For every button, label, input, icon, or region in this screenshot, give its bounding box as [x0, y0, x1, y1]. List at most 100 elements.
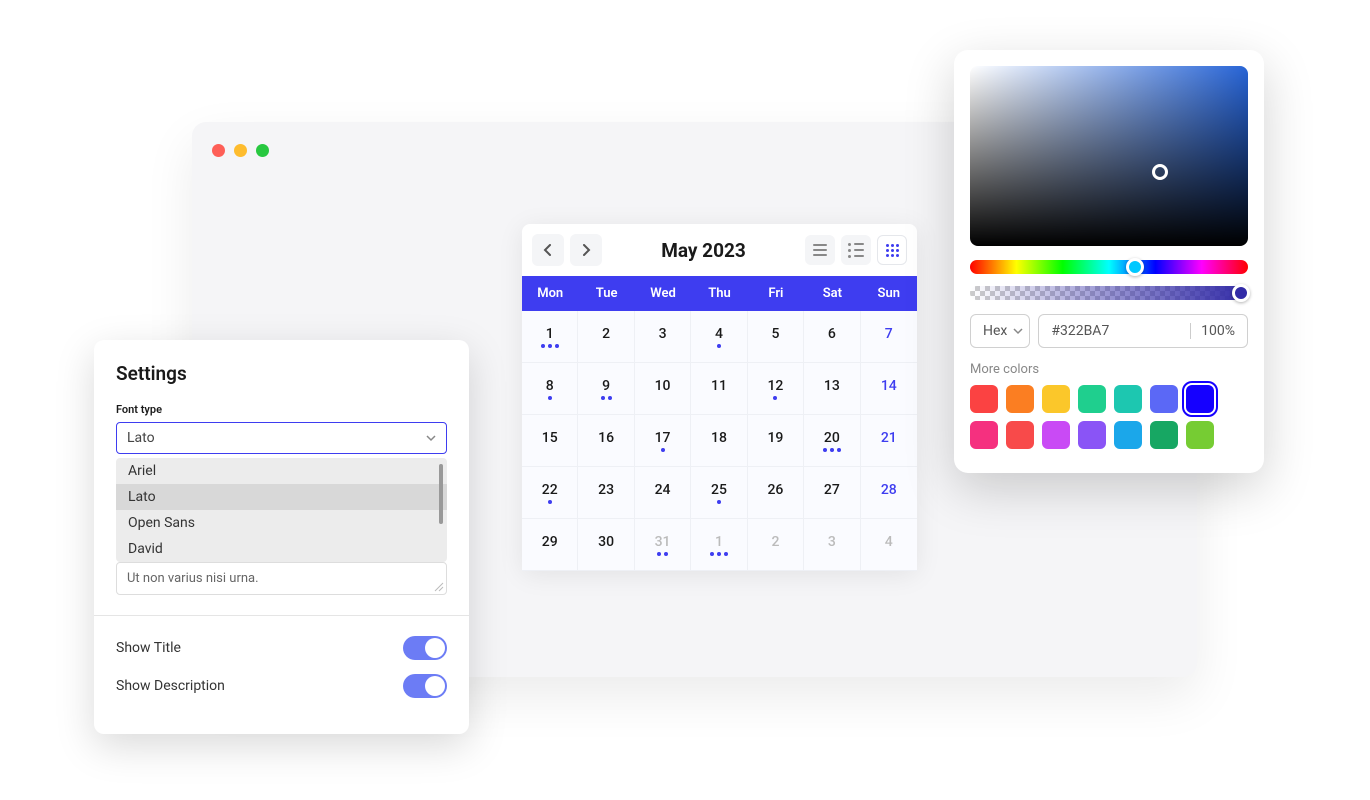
show-title-toggle[interactable]: [403, 636, 447, 660]
dropdown-scrollbar[interactable]: [439, 464, 443, 524]
gradient-cursor[interactable]: [1152, 164, 1168, 180]
view-list-button[interactable]: [841, 235, 871, 265]
font-option[interactable]: Ariel: [116, 458, 447, 484]
day-name: Wed: [635, 276, 691, 311]
chevron-right-icon: [581, 244, 591, 256]
settings-title: Settings: [116, 362, 447, 385]
calendar-day[interactable]: 3: [804, 519, 860, 571]
hue-slider[interactable]: [970, 260, 1248, 274]
day-name: Sun: [861, 276, 917, 311]
show-description-toggle[interactable]: [403, 674, 447, 698]
calendar-nav: [532, 234, 602, 266]
hue-cursor[interactable]: [1126, 258, 1144, 276]
color-swatch[interactable]: [1006, 385, 1034, 413]
color-swatch[interactable]: [1114, 421, 1142, 449]
list-icon: [848, 243, 864, 246]
calendar-day[interactable]: 4: [861, 519, 917, 571]
color-gradient-area[interactable]: [970, 66, 1248, 246]
more-colors-label: More colors: [970, 362, 1248, 377]
calendar-day[interactable]: 28: [861, 467, 917, 519]
view-month-button[interactable]: [877, 235, 907, 265]
show-title-label: Show Title: [116, 640, 181, 656]
calendar-day[interactable]: 1: [691, 519, 747, 571]
color-swatch[interactable]: [970, 421, 998, 449]
calendar-day[interactable]: 19: [748, 415, 804, 467]
day-name: Mon: [522, 276, 578, 311]
window-close-icon[interactable]: [212, 144, 225, 157]
traffic-lights: [212, 144, 269, 157]
color-swatch[interactable]: [1078, 385, 1106, 413]
day-name: Thu: [691, 276, 747, 311]
divider: [94, 615, 469, 616]
calendar-day[interactable]: 27: [804, 467, 860, 519]
color-inputs: Hex #322BA7 100%: [970, 314, 1248, 348]
window-maximize-icon[interactable]: [256, 144, 269, 157]
color-swatch[interactable]: [1042, 421, 1070, 449]
font-type-select[interactable]: Lato: [116, 422, 447, 454]
calendar-day[interactable]: 11: [691, 363, 747, 415]
calendar-day[interactable]: 9: [578, 363, 634, 415]
font-option[interactable]: Lato: [116, 484, 447, 510]
calendar-view-switcher: [805, 235, 907, 265]
calendar-day[interactable]: 6: [804, 311, 860, 363]
calendar-day[interactable]: 30: [578, 519, 634, 571]
description-textarea[interactable]: Ut non varius nisi urna.: [116, 562, 447, 595]
calendar-day[interactable]: 5: [748, 311, 804, 363]
hex-input[interactable]: #322BA7 100%: [1038, 314, 1248, 348]
day-name: Sat: [804, 276, 860, 311]
calendar-day[interactable]: 7: [861, 311, 917, 363]
calendar-day[interactable]: 14: [861, 363, 917, 415]
calendar-day[interactable]: 31: [635, 519, 691, 571]
color-picker: Hex #322BA7 100% More colors: [954, 50, 1264, 473]
calendar-day[interactable]: 29: [522, 519, 578, 571]
opacity-value: 100%: [1201, 323, 1235, 339]
color-swatch[interactable]: [1114, 385, 1142, 413]
settings-panel: Settings Font type Lato ArielLatoOpen Sa…: [94, 340, 469, 734]
color-swatch[interactable]: [1186, 385, 1214, 413]
calendar-day[interactable]: 24: [635, 467, 691, 519]
resize-handle-icon[interactable]: [434, 582, 444, 592]
calendar-day[interactable]: 3: [635, 311, 691, 363]
color-swatch[interactable]: [1006, 421, 1034, 449]
calendar-day[interactable]: 1: [522, 311, 578, 363]
alpha-slider[interactable]: [970, 286, 1248, 300]
font-option[interactable]: David: [116, 536, 447, 562]
calendar-day[interactable]: 2: [748, 519, 804, 571]
swatch-row: [970, 421, 1248, 449]
font-option[interactable]: Open Sans: [116, 510, 447, 536]
calendar-day[interactable]: 23: [578, 467, 634, 519]
color-swatch[interactable]: [970, 385, 998, 413]
toggle-knob: [425, 676, 445, 696]
view-agenda-button[interactable]: [805, 235, 835, 265]
calendar-day[interactable]: 22: [522, 467, 578, 519]
calendar-day[interactable]: 17: [635, 415, 691, 467]
calendar-day[interactable]: 20: [804, 415, 860, 467]
calendar-next-button[interactable]: [570, 234, 602, 266]
calendar-days-header: MonTueWedThuFriSatSun: [522, 276, 917, 311]
calendar-day[interactable]: 18: [691, 415, 747, 467]
font-dropdown-list: ArielLatoOpen SansDavid: [116, 458, 447, 562]
color-swatch[interactable]: [1078, 421, 1106, 449]
calendar-day[interactable]: 4: [691, 311, 747, 363]
color-format-select[interactable]: Hex: [970, 314, 1030, 348]
calendar-day[interactable]: 21: [861, 415, 917, 467]
window-minimize-icon[interactable]: [234, 144, 247, 157]
calendar-day[interactable]: 8: [522, 363, 578, 415]
font-type-value: Lato: [127, 430, 155, 446]
calendar-day[interactable]: 26: [748, 467, 804, 519]
chevron-left-icon: [543, 244, 553, 256]
calendar-day[interactable]: 13: [804, 363, 860, 415]
alpha-cursor[interactable]: [1232, 284, 1250, 302]
show-description-label: Show Description: [116, 678, 225, 694]
color-swatch[interactable]: [1042, 385, 1070, 413]
calendar-prev-button[interactable]: [532, 234, 564, 266]
calendar-day[interactable]: 25: [691, 467, 747, 519]
calendar-day[interactable]: 10: [635, 363, 691, 415]
color-swatch[interactable]: [1150, 421, 1178, 449]
calendar-day[interactable]: 2: [578, 311, 634, 363]
calendar-day[interactable]: 12: [748, 363, 804, 415]
color-swatch[interactable]: [1186, 421, 1214, 449]
calendar-day[interactable]: 16: [578, 415, 634, 467]
calendar-day[interactable]: 15: [522, 415, 578, 467]
color-swatch[interactable]: [1150, 385, 1178, 413]
